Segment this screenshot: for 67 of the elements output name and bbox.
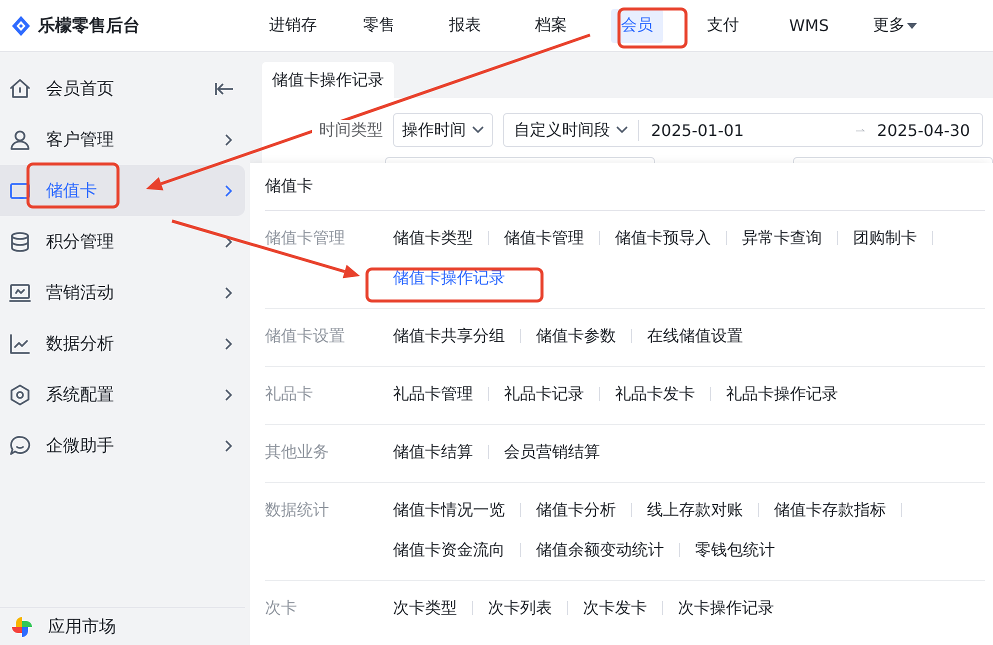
- nav-tab[interactable]: 支付: [697, 8, 749, 42]
- date-range-field[interactable]: 自定义时间段 2025-01-01 2025-04-30: [503, 113, 983, 147]
- menu-group-label: 数据统计: [265, 499, 330, 521]
- menu-link[interactable]: 团购制卡: [853, 224, 917, 252]
- nav-tab[interactable]: 进销存: [259, 8, 327, 42]
- chevron-down-icon: [616, 126, 628, 134]
- menu-group-label: 储值卡管理: [265, 227, 346, 249]
- home-icon: [8, 76, 32, 100]
- settings-icon: [8, 382, 32, 406]
- menu-link[interactable]: 储值卡结算: [393, 438, 473, 466]
- line-chart-icon: [8, 332, 32, 356]
- sidebar-item[interactable]: 数据分析: [0, 318, 245, 369]
- menu-link[interactable]: 储值卡类型: [393, 224, 473, 252]
- menu-link[interactable]: 储值卡参数: [536, 322, 616, 350]
- sidebar-item[interactable]: 积分管理: [0, 216, 245, 267]
- collapse-icon[interactable]: [215, 80, 235, 96]
- menu-link[interactable]: 储值卡资金流向: [393, 536, 505, 564]
- menu-group-label: 储值卡设置: [265, 325, 346, 347]
- menu-link[interactable]: 储值卡存款指标: [774, 496, 886, 524]
- filter-label: 时间类型: [312, 120, 383, 140]
- menu-link[interactable]: 礼品卡发卡: [615, 380, 695, 408]
- chevron-down-icon: [472, 126, 484, 134]
- nav-tab[interactable]: 会员: [611, 8, 663, 42]
- menu-group-label: 其他业务: [265, 441, 330, 463]
- menu-link[interactable]: 次卡类型: [393, 594, 457, 622]
- menu-link[interactable]: 次卡列表: [488, 594, 552, 622]
- database-icon: [8, 230, 32, 254]
- menu-link[interactable]: 储值余额变动统计: [536, 536, 664, 564]
- menu-group-label: 次卡: [265, 597, 298, 619]
- user-icon: [8, 128, 32, 152]
- app-market-link[interactable]: 应用市场: [0, 607, 245, 645]
- sidebar-item[interactable]: 客户管理: [0, 114, 245, 165]
- pinwheel-icon: [10, 614, 34, 638]
- menu-link[interactable]: 礼品卡操作记录: [726, 380, 838, 408]
- nav-tab[interactable]: 更多: [863, 8, 927, 42]
- menu-link[interactable]: 储值卡共享分组: [393, 322, 505, 350]
- menu-link[interactable]: 线上存款对账: [647, 496, 743, 524]
- menu-panel-title: 储值卡: [265, 176, 313, 197]
- nav-tab[interactable]: WMS: [779, 8, 839, 42]
- menu-link[interactable]: 储值卡分析: [536, 496, 616, 524]
- nav-tab[interactable]: 报表: [439, 8, 491, 42]
- sidebar-item[interactable]: 会员首页: [0, 63, 245, 114]
- menu-link[interactable]: 储值卡操作记录: [393, 264, 505, 292]
- sidebar-item[interactable]: 系统配置: [0, 369, 245, 420]
- menu-link[interactable]: 次卡发卡: [583, 594, 647, 622]
- sidebar-item[interactable]: 储值卡: [0, 165, 245, 216]
- menu-group-label: 礼品卡: [265, 383, 314, 405]
- menu-link[interactable]: 异常卡查询: [742, 224, 822, 252]
- menu-link[interactable]: 储值卡情况一览: [393, 496, 505, 524]
- menu-link[interactable]: 在线储值设置: [647, 322, 743, 350]
- annotation-box: [618, 8, 688, 48]
- chat-bubble-icon: [8, 434, 32, 458]
- nav-tab[interactable]: 档案: [525, 8, 577, 42]
- page-tab[interactable]: 储值卡操作记录: [262, 62, 394, 98]
- menu-link[interactable]: 礼品卡管理: [393, 380, 473, 408]
- app-logo-text: 乐檬零售后台: [38, 15, 140, 37]
- menu-link[interactable]: 会员营销结算: [504, 438, 600, 466]
- sidebar-item[interactable]: 企微助手: [0, 420, 245, 471]
- menu-link[interactable]: 礼品卡记录: [504, 380, 584, 408]
- nav-tab[interactable]: 零售: [353, 8, 405, 42]
- menu-link[interactable]: 储值卡管理: [504, 224, 584, 252]
- menu-link[interactable]: 零钱包统计: [695, 536, 775, 564]
- menu-link[interactable]: 次卡操作记录: [678, 594, 774, 622]
- logo-icon: [10, 14, 32, 36]
- time-type-select[interactable]: 操作时间: [393, 113, 493, 147]
- menu-link[interactable]: 储值卡预导入: [615, 224, 711, 252]
- sidebar-item[interactable]: 营销活动: [0, 267, 245, 318]
